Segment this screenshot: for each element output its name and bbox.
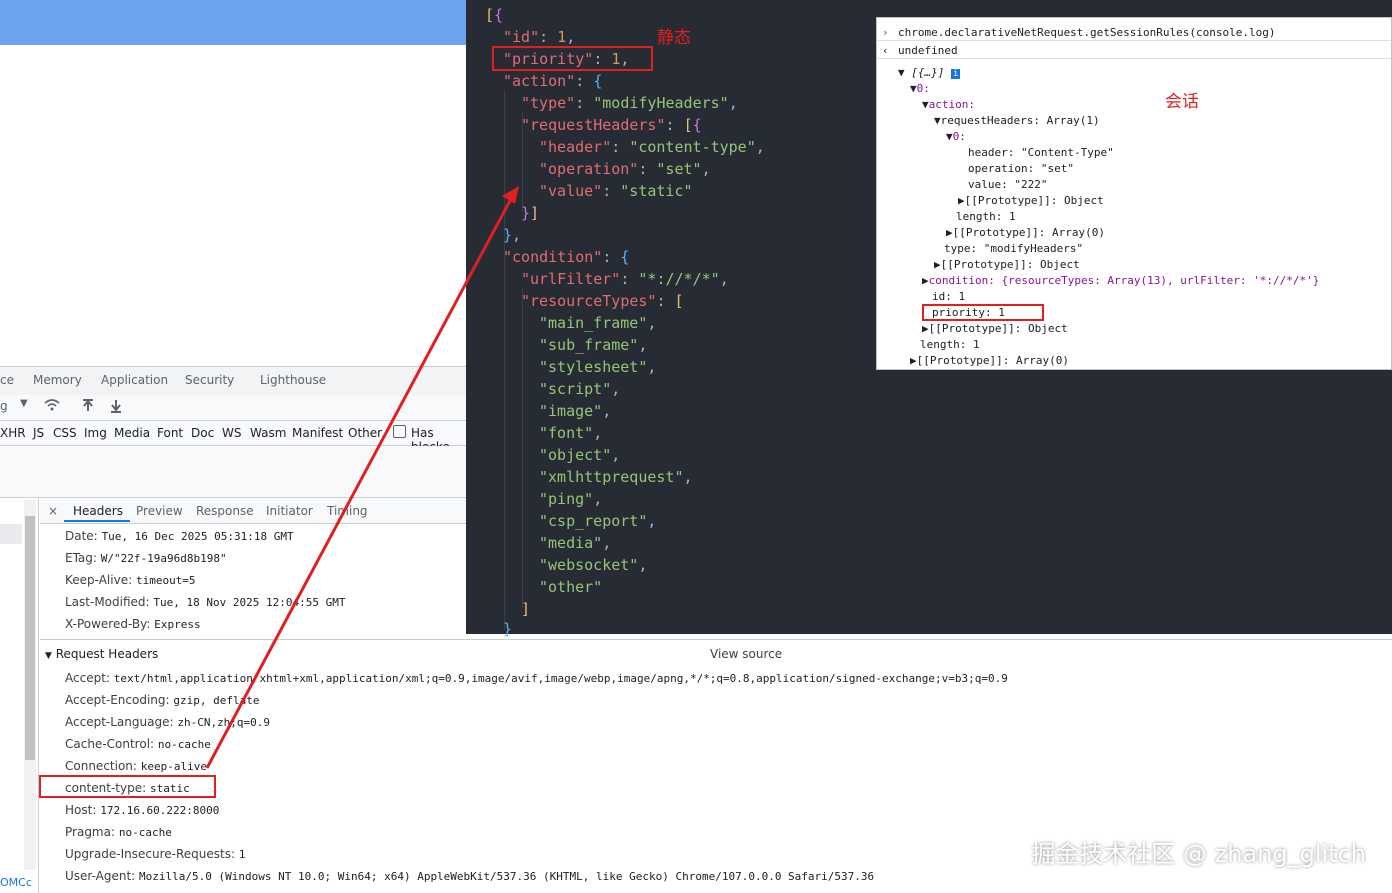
watermark: 掘金技术社区 @ zhang_glitch	[1031, 840, 1366, 868]
annotation-arrow	[205, 186, 519, 769]
